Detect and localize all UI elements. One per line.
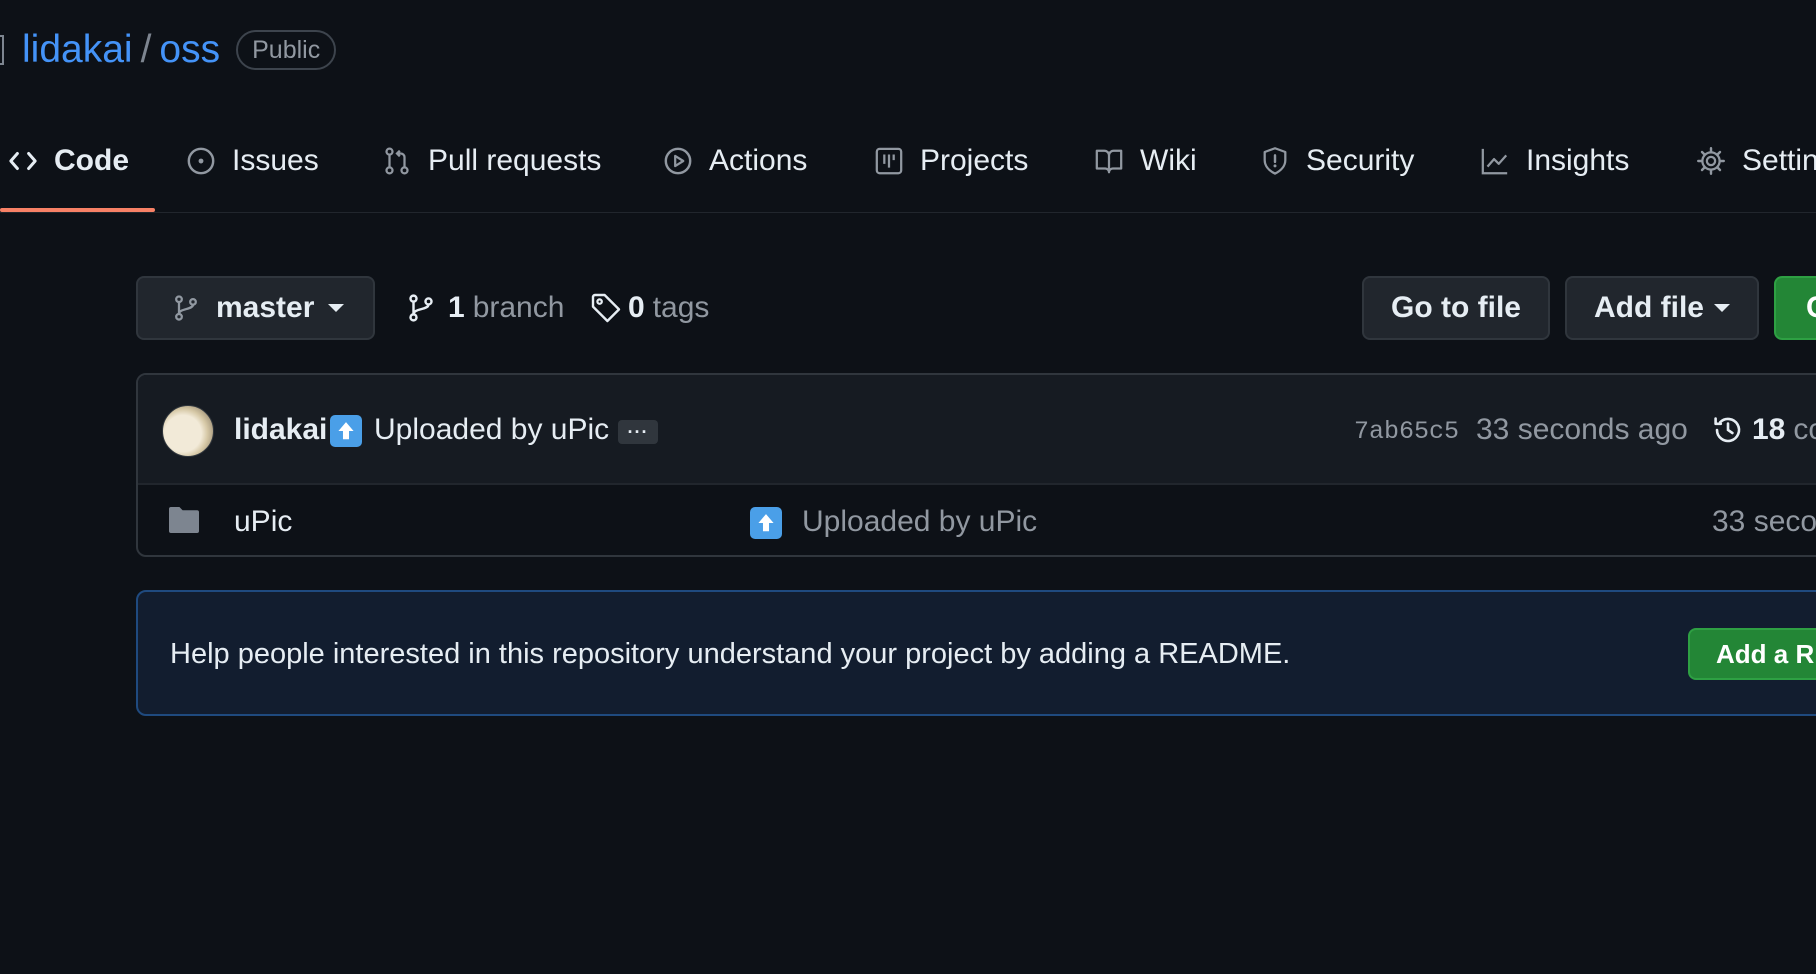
commit-sha-link[interactable]: 7ab65c5 <box>1354 417 1459 446</box>
commit-time: 33 seconds ago <box>1476 413 1688 446</box>
chevron-down-icon <box>1714 304 1730 312</box>
play-icon <box>663 146 693 176</box>
repo-header: lidakai / oss Public <box>0 22 337 78</box>
graph-icon <box>1480 146 1510 176</box>
commit-count-label: cc <box>1793 413 1816 446</box>
visibility-badge: Public <box>236 30 337 70</box>
tab-label: Projects <box>920 144 1029 177</box>
file-row[interactable]: uPic Uploaded by uPic 33 secor <box>138 483 1816 555</box>
tab-label: Issues <box>232 144 319 177</box>
arrow-up-emoji-icon <box>330 415 362 447</box>
branch-name: master <box>216 291 315 324</box>
tab-actions[interactable]: Actions <box>663 130 807 192</box>
code-dropdown-button[interactable]: C <box>1774 276 1816 340</box>
tab-security[interactable]: Security <box>1260 130 1414 192</box>
commit-author-link[interactable]: lidakai <box>234 413 327 447</box>
git-branch-icon <box>406 293 436 323</box>
tab-label: Actions <box>709 144 808 177</box>
tab-label: Pull requests <box>428 144 602 177</box>
file-commit-message-link[interactable]: Uploaded by uPic <box>802 505 1037 539</box>
commit-count: 18 <box>1752 413 1786 446</box>
repo-tab-nav: Code Issues Pull requests Actions Projec… <box>0 130 1816 213</box>
readme-prompt-banner: Help people interested in this repositor… <box>136 590 1816 716</box>
tab-projects[interactable]: Projects <box>874 130 1028 192</box>
add-file-button[interactable]: Add file <box>1565 276 1759 340</box>
history-icon <box>1712 414 1744 446</box>
gear-icon <box>1696 146 1726 176</box>
commit-message-link[interactable]: Uploaded by uPic <box>374 413 609 447</box>
arrow-up-emoji-icon <box>750 507 782 539</box>
tab-label: Security <box>1306 144 1415 177</box>
tab-wiki[interactable]: Wiki <box>1094 130 1197 192</box>
branch-label: branch <box>472 291 565 324</box>
active-tab-underline <box>0 208 155 212</box>
git-pull-request-icon <box>382 146 412 176</box>
avatar[interactable] <box>162 405 214 457</box>
latest-commit-row: lidakai Uploaded by uPic ··· 7ab65c5 33 … <box>138 375 1816 485</box>
tab-settings[interactable]: Settin <box>1696 130 1816 192</box>
git-branch-icon <box>172 294 200 322</box>
branch-select-button[interactable]: master <box>136 276 375 340</box>
repo-name-link[interactable]: oss <box>159 28 220 72</box>
readme-prompt-text: Help people interested in this repositor… <box>170 638 1291 670</box>
branch-count: 1 <box>448 291 465 324</box>
code-button-label: C <box>1806 291 1816 325</box>
tab-label: Settin <box>1742 144 1816 177</box>
tag-count: 0 <box>628 291 645 324</box>
commit-history-link[interactable]: 18 cc <box>1712 413 1816 447</box>
book-icon <box>1094 146 1124 176</box>
repo-icon <box>0 35 4 65</box>
tab-insights[interactable]: Insights <box>1480 130 1629 192</box>
add-readme-button[interactable]: Add a REA <box>1688 628 1816 680</box>
chevron-down-icon <box>328 304 345 312</box>
add-file-label: Add file <box>1594 291 1704 324</box>
tags-link[interactable]: 0 tags <box>590 277 709 339</box>
tag-label: tags <box>652 291 710 324</box>
code-icon <box>8 146 38 176</box>
tab-pull-requests[interactable]: Pull requests <box>382 130 601 192</box>
tag-icon <box>590 292 622 324</box>
tab-label: Wiki <box>1140 144 1197 177</box>
commit-expand-button[interactable]: ··· <box>618 420 658 444</box>
file-browser: lidakai Uploaded by uPic ··· 7ab65c5 33 … <box>136 373 1816 557</box>
tab-label: Insights <box>1526 144 1630 177</box>
tab-issues[interactable]: Issues <box>186 130 319 192</box>
table-icon <box>874 146 904 176</box>
file-name-link[interactable]: uPic <box>234 505 292 539</box>
shield-icon <box>1260 146 1290 176</box>
folder-icon <box>168 505 200 535</box>
branches-link[interactable]: 1 branch <box>406 277 564 339</box>
go-to-file-button[interactable]: Go to file <box>1362 276 1550 340</box>
tab-label: Code <box>54 144 129 177</box>
repo-path-separator: / <box>140 28 152 71</box>
repo-owner-link[interactable]: lidakai <box>22 28 133 72</box>
issue-opened-icon <box>186 146 216 176</box>
tab-code[interactable]: Code <box>8 130 129 192</box>
file-commit-time: 33 secor <box>1712 505 1816 538</box>
go-to-file-label: Go to file <box>1391 291 1521 324</box>
